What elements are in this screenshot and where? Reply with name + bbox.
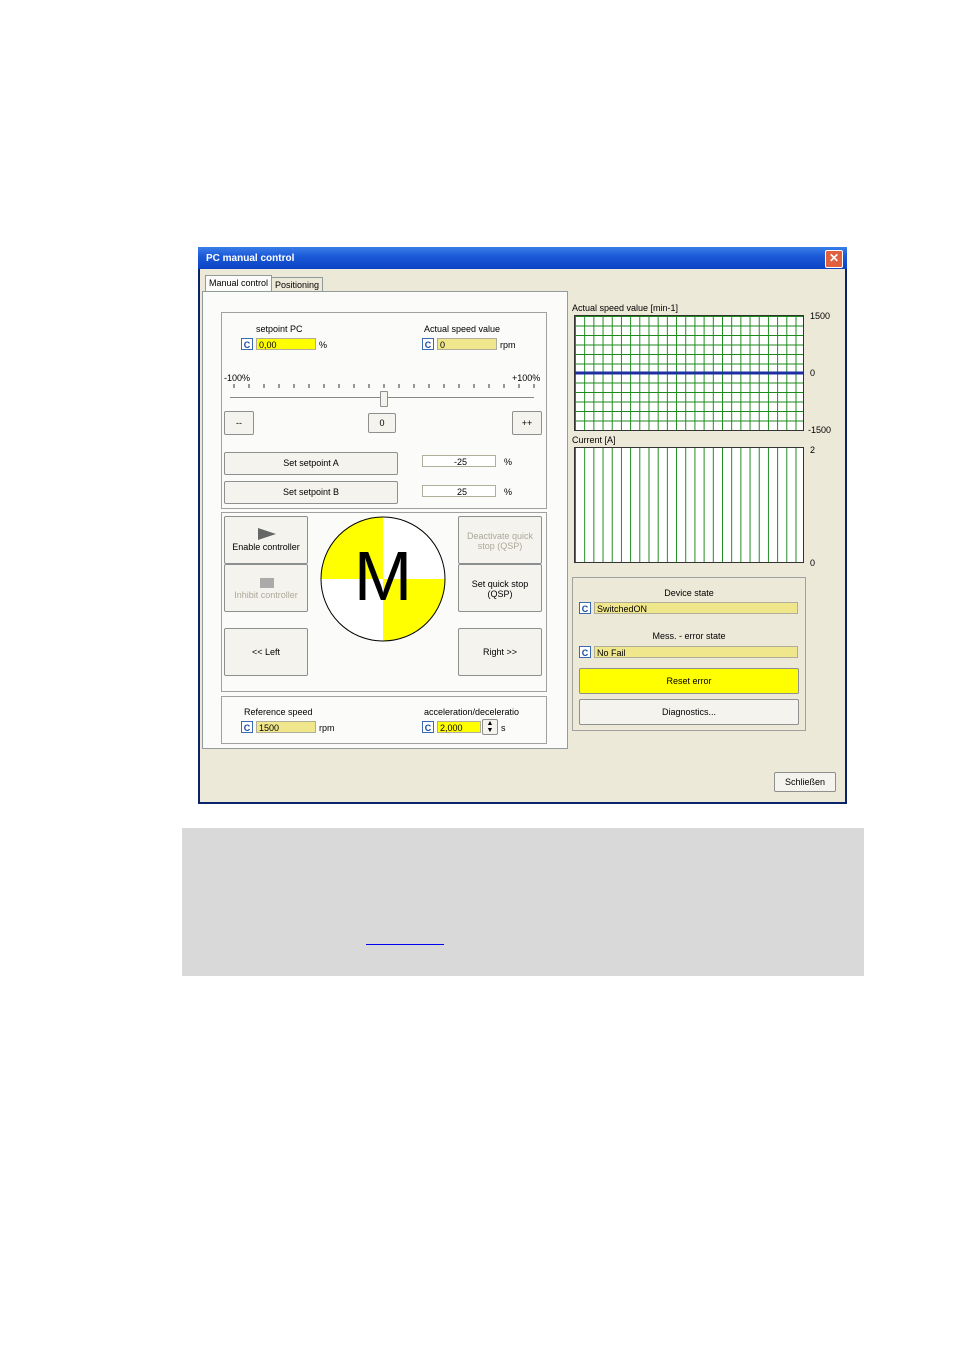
slider-thumb[interactable] [380, 391, 388, 407]
dialog-client-area: Manual control Positioning setpoint PC C… [200, 269, 845, 802]
acceleration-field[interactable]: 2,000 [437, 721, 481, 733]
current-min-label: 0 [810, 558, 816, 568]
title-bar[interactable]: PC manual control ✕ [198, 247, 847, 269]
setpoint-b-field[interactable]: 25 [422, 485, 496, 497]
reference-speed-label: Reference speed [244, 707, 313, 717]
right-button[interactable]: Right >> [458, 628, 542, 676]
speed-min-label: -1500 [808, 425, 832, 435]
speed-chart [574, 315, 804, 431]
setpoint-pc-field[interactable]: 0,00 [256, 338, 316, 350]
speed-chart-plot [575, 371, 803, 375]
setpoint-a-field[interactable]: -25 [422, 455, 496, 467]
copy-actual-speed-button[interactable]: C [422, 338, 434, 350]
left-button[interactable]: << Left [224, 628, 308, 676]
actual-speed-unit: rpm [500, 340, 516, 350]
current-chart [574, 447, 804, 563]
note-box [182, 828, 864, 976]
copy-reference-speed-button[interactable]: C [241, 721, 253, 733]
decrement-button[interactable]: -- [224, 411, 254, 435]
stop-icon [260, 578, 274, 588]
setpoint-a-unit: % [504, 457, 513, 467]
slider-max-label: +100% [512, 373, 541, 383]
copy-setpoint-button[interactable]: C [241, 338, 253, 350]
enable-controller-button[interactable]: Enable controller [224, 516, 308, 564]
set-setpoint-b-button[interactable]: Set setpoint B [224, 481, 398, 504]
setpoint-b-unit: % [504, 487, 513, 497]
inhibit-controller-button[interactable]: Inhibit controller [224, 564, 308, 612]
error-state-field: No Fail [594, 646, 798, 658]
play-icon [258, 528, 276, 540]
error-state-label: Mess. - error state [652, 631, 726, 641]
actual-speed-field: 0 [437, 338, 497, 350]
set-qsp-button[interactable]: Set quick stop (QSP) [458, 564, 542, 612]
reset-error-button[interactable]: Reset error [579, 668, 799, 694]
enable-controller-label: Enable controller [232, 542, 300, 552]
device-state-field: SwitchedON [594, 602, 798, 614]
current-chart-title: Current [A] [572, 435, 616, 445]
acceleration-unit: s [501, 723, 506, 733]
motor-letter: M [353, 537, 413, 615]
close-button[interactable]: Schließen [774, 772, 836, 792]
speed-chart-title: Actual speed value [min-1] [572, 303, 679, 313]
current-max-label: 2 [810, 445, 816, 455]
copy-device-state-button[interactable]: C [579, 602, 591, 614]
increment-button[interactable]: ++ [512, 411, 542, 435]
pc-manual-control-window: PC manual control ✕ Manual control Posit… [198, 247, 847, 804]
note-link-underline[interactable] [366, 944, 444, 945]
reference-speed-field[interactable]: 1500 [256, 721, 316, 733]
device-state-label: Device state [664, 588, 714, 598]
setpoint-unit: % [319, 340, 328, 350]
setpoint-group: setpoint PC C 0,00 % Actual speed value … [221, 312, 547, 509]
acceleration-spinner[interactable]: ▲ ▼ [482, 719, 498, 735]
diagnostics-button[interactable]: Diagnostics... [579, 699, 799, 725]
manual-control-panel: setpoint PC C 0,00 % Actual speed value … [202, 291, 568, 749]
set-setpoint-a-button[interactable]: Set setpoint A [224, 452, 398, 475]
slider-min-label: -100% [224, 373, 251, 383]
setpoint-pc-label: setpoint PC [256, 324, 303, 334]
reference-group: Reference speed C 1500 rpm acceleration/… [221, 696, 547, 744]
inhibit-controller-label: Inhibit controller [234, 590, 298, 600]
copy-acceleration-button[interactable]: C [422, 721, 434, 733]
deactivate-qsp-button[interactable]: Deactivate quick stop (QSP) [458, 516, 542, 564]
acceleration-label: acceleration/deceleratio [424, 707, 520, 717]
reference-speed-unit: rpm [319, 723, 335, 733]
copy-error-state-button[interactable]: C [579, 646, 591, 658]
speed-max-label: 1500 [810, 311, 831, 321]
tab-manual-control[interactable]: Manual control [205, 275, 273, 292]
zero-button[interactable]: 0 [368, 413, 396, 433]
speed-zero-label: 0 [810, 368, 816, 378]
controller-group: Enable controller Inhibit controller Dea… [221, 512, 547, 692]
device-state-group: Device state C SwitchedON Mess. - error … [572, 577, 806, 731]
tab-positioning[interactable]: Positioning [271, 277, 324, 292]
actual-speed-label: Actual speed value [424, 324, 501, 334]
close-icon[interactable]: ✕ [825, 250, 843, 268]
window-title: PC manual control [206, 253, 295, 264]
